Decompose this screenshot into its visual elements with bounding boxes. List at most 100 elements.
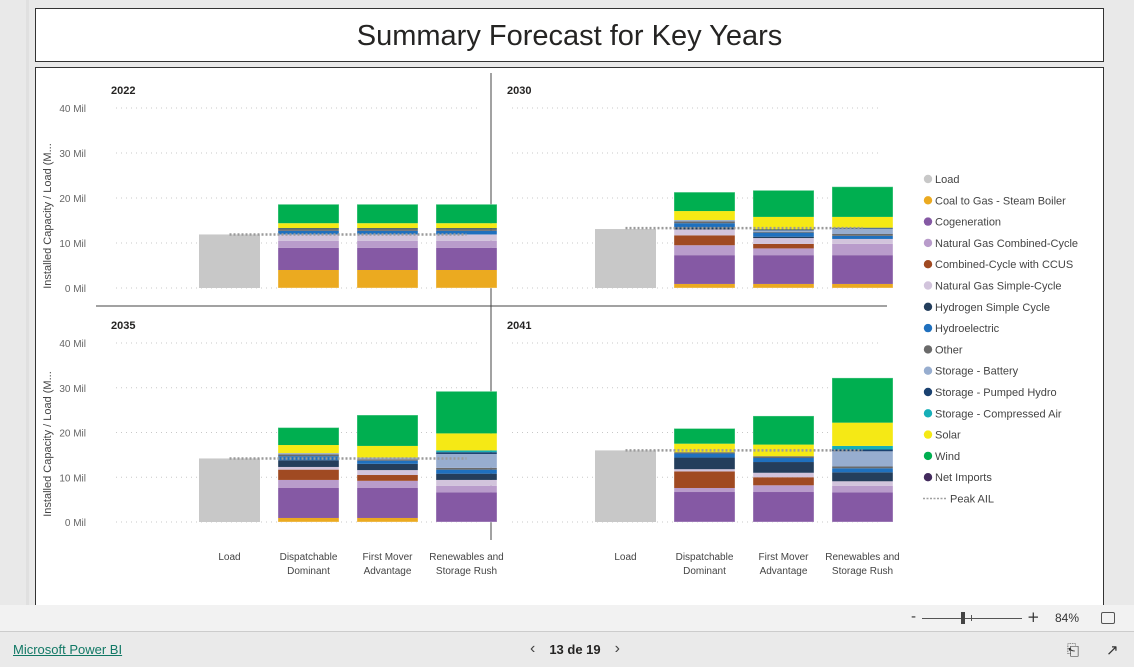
bar-segment-cogeneration [436, 492, 497, 522]
bar-segment-natural-gas-simple-cycle [357, 470, 418, 476]
bar-segment-combined-cycle-with-ccus [753, 243, 814, 249]
bar-segment-solar [357, 445, 418, 458]
bar-segment-storage-pumped-hydro [436, 452, 497, 454]
panel-year-title: 2035 [111, 320, 135, 332]
x-category-label: Dispatchable [676, 552, 734, 563]
y-axis-title: Installed Capacity / Load (M... [42, 143, 54, 289]
bar-segment-natural-gas-combined-cycle [753, 485, 814, 493]
bar-segment-natural-gas-combined-cycle [436, 240, 497, 248]
expand-icon[interactable]: ↗ [1106, 641, 1119, 659]
bar-segment-hydroelectric [753, 232, 814, 237]
bar-segment-storage-pumped-hydro [753, 229, 814, 231]
bar-segment-combined-cycle-with-ccus [278, 469, 339, 480]
zoom-out-button[interactable]: - [911, 609, 916, 625]
legend-label: Storage - Compressed Air [935, 408, 1062, 420]
y-tick-label: 40 Mil [59, 104, 86, 115]
bar-segment-cogeneration [278, 487, 339, 518]
bar-segment-cogeneration [674, 492, 735, 522]
bar-segment-natural-gas-simple-cycle [753, 472, 814, 478]
bar-segment-wind [436, 204, 497, 224]
bar-segment-combined-cycle-with-ccus [674, 235, 735, 246]
bar-segment-solar [832, 422, 893, 446]
zoom-slider-default-tick [971, 615, 972, 621]
bar-segment-wind [832, 377, 893, 423]
x-category-label: Dispatchable [280, 552, 338, 563]
y-axis-title: Installed Capacity / Load (M... [42, 371, 54, 517]
bar-segment-storage-battery [832, 228, 893, 234]
y-tick-label: 10 Mil [59, 473, 86, 484]
power-bi-link[interactable]: Microsoft Power BI [13, 642, 122, 657]
footer-bar: Microsoft Power BI ‹ 13 de 19 › ⎗ ↗ [0, 632, 1134, 667]
chevron-left-icon[interactable]: ‹ [530, 640, 535, 658]
legend-label: Solar [935, 430, 961, 442]
bar-segment-wind [674, 192, 735, 212]
bar-segment-cogeneration [832, 255, 893, 284]
zoom-slider-thumb[interactable] [961, 612, 965, 624]
bar-segment-other [674, 221, 735, 224]
zoom-slider-track[interactable] [922, 618, 1022, 619]
bar-segment-natural-gas-combined-cycle [674, 487, 735, 493]
bar-segment-hydrogen-simple-cycle [436, 473, 497, 480]
fit-to-page-icon[interactable] [1101, 612, 1115, 624]
legend-marker [923, 387, 933, 397]
bar-segment-wind [357, 415, 418, 446]
y-tick-label: 0 Mil [65, 284, 86, 295]
bar-segment-other [753, 231, 814, 233]
bar-segment-cogeneration [357, 487, 418, 518]
bar-segment-natural-gas-simple-cycle [436, 479, 497, 486]
page-navigator: ‹ 13 de 19 › [530, 640, 620, 658]
x-category-label: Renewables and [825, 552, 900, 563]
bar-segment-solar [357, 223, 418, 229]
legend-marker [923, 196, 933, 205]
bar-segment-natural-gas-combined-cycle [832, 243, 893, 256]
bar-segment-solar [832, 216, 893, 228]
small-multiples-chart[interactable]: Installed Capacity / Load (M... Installed… [36, 68, 1103, 605]
bar-segment-load [199, 234, 260, 288]
bar-segment-hydrogen-simple-cycle [278, 460, 339, 467]
y-tick-label: 0 Mil [65, 518, 86, 529]
legend-marker [923, 345, 933, 354]
y-tick-label: 40 Mil [59, 339, 86, 350]
legend-label: Storage - Pumped Hydro [935, 387, 1057, 399]
chevron-right-icon[interactable]: › [615, 640, 620, 658]
legend-label: Combined-Cycle with CCUS [935, 259, 1073, 271]
bar-segment-cogeneration [753, 255, 814, 284]
bar-segment-hydroelectric [674, 453, 735, 458]
bar-segment-natural-gas-combined-cycle [357, 480, 418, 488]
bar-segment-cogeneration [753, 492, 814, 522]
bar-segment-hydrogen-simple-cycle [753, 236, 814, 239]
left-scrollbar[interactable] [26, 0, 29, 605]
legend-label: Hydrogen Simple Cycle [935, 302, 1050, 314]
x-category-label: Load [614, 552, 636, 563]
bar-segment-other [357, 229, 418, 231]
x-category-label: Advantage [364, 566, 412, 577]
share-icon[interactable]: ⎗ [1067, 641, 1079, 659]
bar-segment-storage-battery [832, 451, 893, 467]
bar-segment-storage-pumped-hydro [357, 228, 418, 230]
bar-segment-coal-to-gas-steam-boiler [278, 270, 339, 288]
bar-segment-wind [278, 204, 339, 224]
chart-visual[interactable]: Installed Capacity / Load (M... Installed… [35, 67, 1104, 606]
bar-segment-natural-gas-simple-cycle [674, 469, 735, 472]
legend-marker [923, 323, 933, 333]
y-tick-label: 20 Mil [59, 429, 86, 440]
legend-label: Hydroelectric [935, 323, 1000, 335]
bar-segment-storage-compressed-air [832, 445, 893, 450]
legend-label: Net Imports [935, 472, 992, 484]
legend-marker [923, 174, 933, 184]
y-tick-label: 30 Mil [59, 384, 86, 395]
bar-segment-other [753, 456, 814, 459]
bar-segment-hydrogen-simple-cycle [357, 463, 418, 471]
bar-segment-wind [753, 190, 814, 217]
bar-segment-solar [278, 445, 339, 454]
bar-segment-solar [436, 433, 497, 451]
zoom-bar: - + 84% [0, 605, 1134, 632]
panel-year-title: 2030 [507, 85, 531, 97]
bar-segment-wind [753, 415, 814, 445]
bar-segment-natural-gas-simple-cycle [674, 229, 735, 236]
bar-segment-solar [674, 211, 735, 221]
legend-marker [923, 409, 933, 418]
zoom-level: 84% [1055, 611, 1080, 625]
zoom-in-button[interactable]: + [1027, 608, 1040, 626]
bar-segment-natural-gas-combined-cycle [436, 485, 497, 493]
